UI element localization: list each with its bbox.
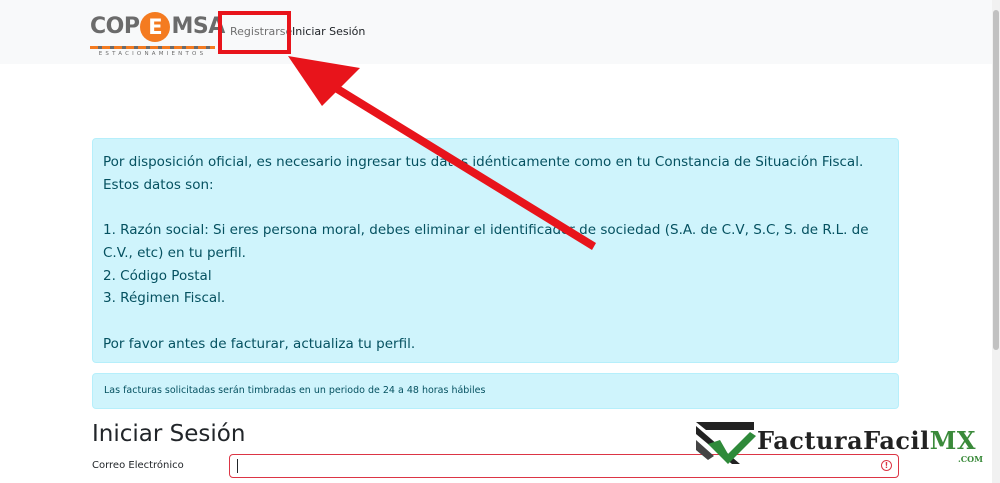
email-label: Correo Electrónico [92, 460, 184, 471]
alert-closing: Por favor antes de facturar, actualiza t… [103, 335, 416, 352]
logo-stripe [90, 46, 215, 49]
alert-item-2: 2. Código Postal [103, 267, 212, 284]
facturafacil-watermark: FacturaFacilMX .COM [694, 420, 990, 466]
facturafacil-logo-icon [696, 422, 756, 464]
login-title: Iniciar Sesión [92, 421, 246, 447]
stamping-time-alert: Las facturas solicitadas serán timbradas… [92, 373, 899, 409]
watermark-suffix: MX [929, 426, 976, 455]
logo-text-right: MSA [171, 14, 225, 39]
fiscal-data-alert: Por disposición oficial, es necesario in… [92, 138, 899, 363]
alert-item-1a: 1. Razón social: Si eres persona moral, … [103, 222, 869, 239]
alert-item-1b: C.V., etc) en tu perfil. [103, 244, 246, 261]
page-scrollbar[interactable] [992, 0, 1000, 483]
watermark-wordmark: FacturaFacilMX [757, 426, 976, 455]
text-caret [237, 459, 238, 473]
alert-line-2: Estos datos son: [103, 176, 214, 193]
logo-wordmark: COP E MSA [90, 10, 225, 44]
nav-login-link[interactable]: Iniciar Sesión [292, 24, 365, 40]
logo-tagline: ESTACIONAMIENTOS [98, 51, 207, 57]
watermark-domain: .COM [958, 454, 983, 464]
logo-text-left: COP [90, 14, 140, 39]
alert-spacer [103, 196, 888, 219]
copemsa-logo[interactable]: COP E MSA ESTACIONAMIENTOS [90, 10, 225, 57]
alert-item-3: 3. Régimen Fiscal. [103, 290, 226, 307]
watermark-name: FacturaFacil [757, 426, 930, 455]
register-highlight-box [218, 11, 291, 54]
alert-line-1: Por disposición oficial, es necesario in… [103, 154, 864, 170]
scrollbar-thumb[interactable] [993, 10, 999, 350]
navbar: COP E MSA ESTACIONAMIENTOS Registrarse I… [0, 0, 992, 64]
alert-spacer-2 [103, 310, 888, 333]
logo-e-circle-icon: E [140, 12, 171, 42]
